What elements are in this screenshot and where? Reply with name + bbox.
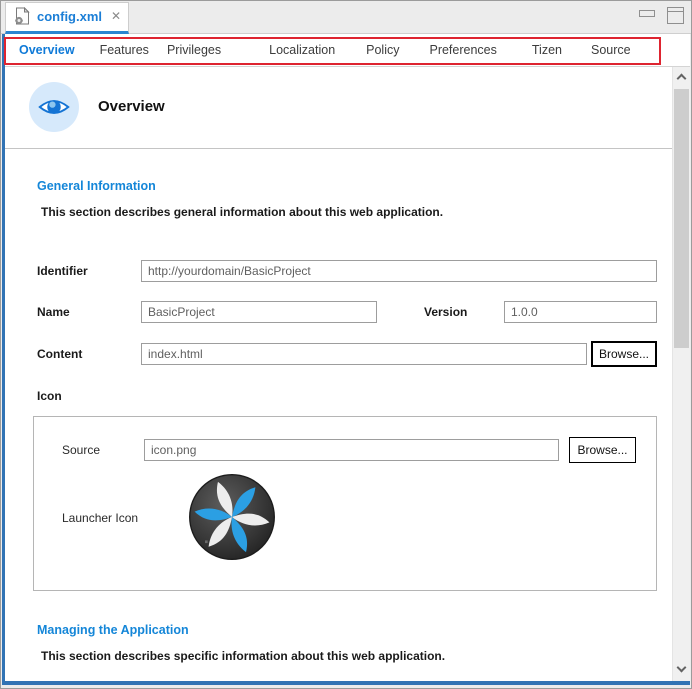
scrollbar-thumb[interactable]	[674, 89, 689, 348]
content-input[interactable]	[141, 343, 587, 365]
icon-source-input[interactable]	[144, 439, 559, 461]
editor-body: Overview Features Privileges Localizatio…	[2, 34, 690, 685]
overview-page: Overview General Information This sectio…	[5, 67, 672, 681]
icon-section-label: Icon	[37, 389, 62, 403]
tab-policy[interactable]: Policy	[366, 43, 399, 57]
page-title: Overview	[98, 98, 165, 115]
icon-source-label: Source	[62, 443, 100, 457]
identifier-input[interactable]	[141, 260, 657, 282]
content-label: Content	[37, 347, 82, 361]
scroll-down-button[interactable]	[673, 660, 690, 681]
form-tab-bar: Overview Features Privileges Localizatio…	[5, 34, 690, 67]
editor-tab-title: config.xml	[37, 9, 102, 24]
launcher-icon-label: Launcher Icon	[62, 511, 138, 525]
tab-source[interactable]: Source	[591, 43, 631, 57]
chevron-down-icon	[677, 663, 687, 673]
name-input[interactable]	[141, 301, 377, 323]
identifier-label: Identifier	[37, 264, 88, 278]
icon-browse-button[interactable]: Browse...	[569, 437, 636, 463]
tab-tizen[interactable]: Tizen	[532, 43, 562, 57]
minimize-icon[interactable]	[639, 10, 655, 17]
scroll-up-button[interactable]	[673, 67, 690, 88]
maximize-icon[interactable]	[667, 7, 684, 24]
editor-tab-config-xml[interactable]: config.xml ✕	[5, 2, 129, 34]
chevron-up-icon	[677, 74, 687, 84]
version-label: Version	[424, 305, 467, 319]
tab-overview[interactable]: Overview	[19, 43, 75, 57]
tab-privileges[interactable]: Privileges	[167, 43, 221, 57]
tizen-launcher-icon	[187, 472, 277, 562]
page-header: Overview	[5, 67, 672, 149]
tab-close-icon[interactable]: ✕	[111, 10, 121, 22]
tab-localization[interactable]: Localization	[269, 43, 335, 57]
tab-features[interactable]: Features	[100, 43, 149, 57]
tab-preferences[interactable]: Preferences	[429, 43, 496, 57]
managing-application-description: This section describes specific informat…	[41, 649, 445, 663]
overview-eye-icon	[29, 82, 79, 132]
general-information-heading: General Information	[37, 179, 156, 193]
version-input[interactable]	[504, 301, 657, 323]
editor-tab-strip: config.xml ✕	[1, 1, 691, 34]
config-editor-window: config.xml ✕ Overview Features Privilege…	[0, 0, 692, 689]
general-information-description: This section describes general informati…	[41, 205, 443, 219]
config-file-icon	[14, 7, 30, 25]
content-browse-button[interactable]: Browse...	[591, 341, 657, 367]
managing-application-heading: Managing the Application	[37, 623, 189, 637]
vertical-scrollbar[interactable]	[672, 67, 690, 681]
icon-group-box: Source Browse... Launcher Icon	[33, 416, 657, 591]
name-label: Name	[37, 305, 70, 319]
